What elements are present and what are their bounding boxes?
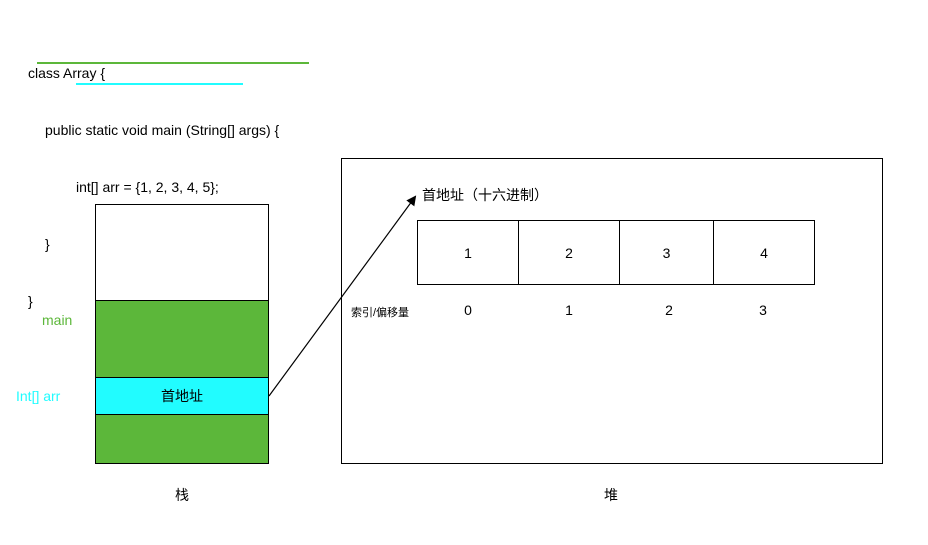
reference-arrow-line (268, 195, 417, 397)
reference-arrow (268, 195, 417, 397)
